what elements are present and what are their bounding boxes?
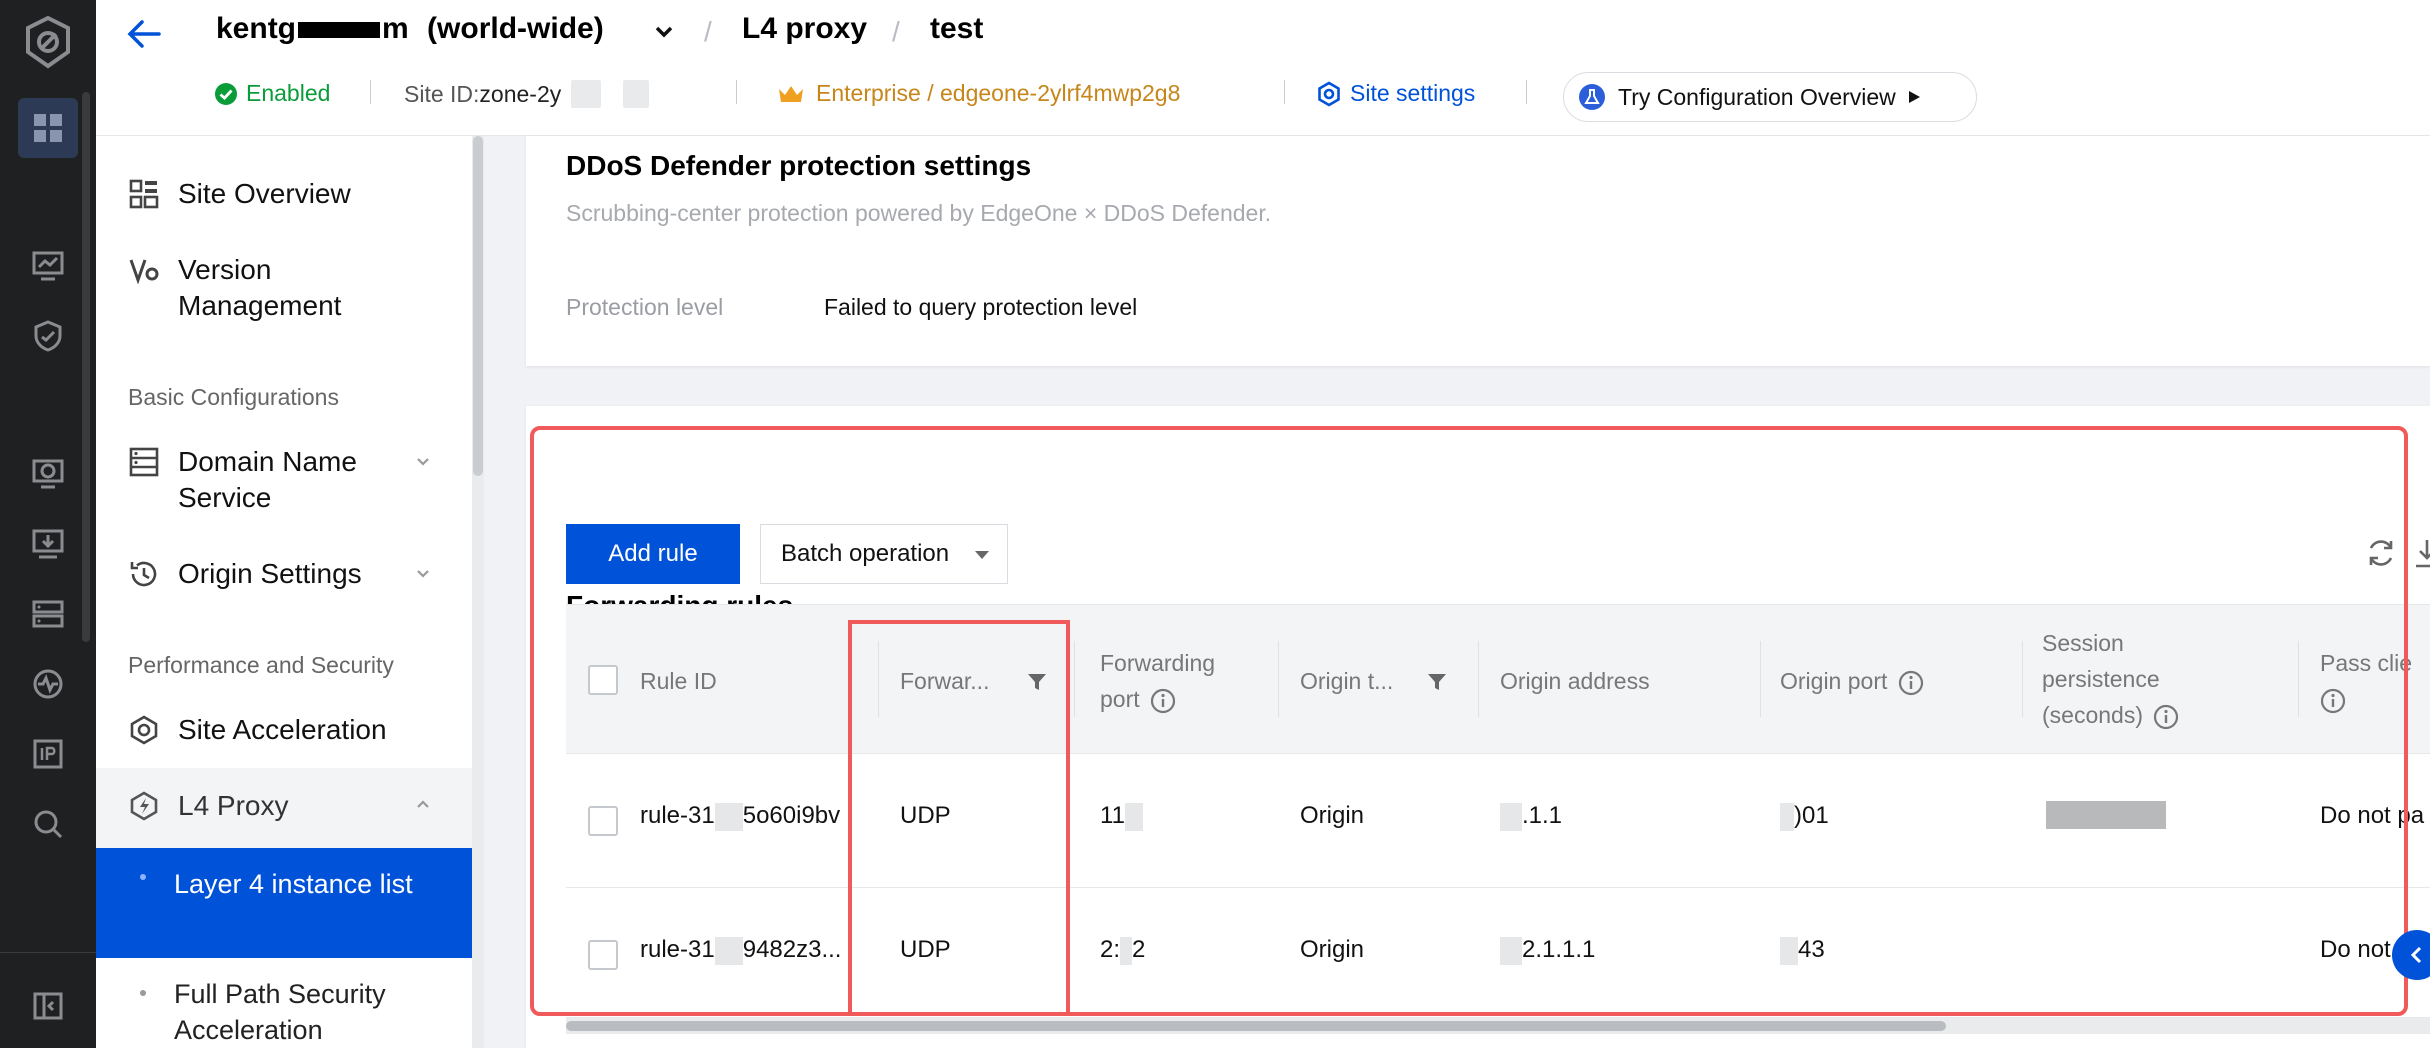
page-header: kentg m (world-wide) / L4 proxy / test En… (96, 0, 2430, 136)
rail-shield-icon[interactable] (18, 306, 78, 366)
sidebar-scrollbar[interactable] (472, 136, 484, 1048)
status-text: Enabled (246, 80, 331, 106)
try-configuration-overview-button[interactable]: Try Configuration Overview (1563, 72, 1977, 122)
site-id-label: Site ID: (404, 80, 480, 107)
sidebar-section-performance: Performance and Security (128, 652, 394, 678)
arrow-left-icon (127, 20, 161, 48)
scrollbar-thumb[interactable] (473, 136, 483, 476)
sidebar-item-label: Site Acceleration (178, 714, 387, 745)
site-name-prefix: kentg (216, 12, 297, 45)
sidebar-item-label: L4 Proxy (178, 790, 289, 821)
redacted-mask (298, 22, 381, 39)
sidebar-item-version-management[interactable]: Version Management (96, 252, 436, 324)
highlight-box-forwarding-rules (530, 426, 2408, 1016)
version-icon (129, 259, 159, 285)
rail-download-icon[interactable] (18, 514, 78, 574)
chevron-down-icon[interactable] (652, 20, 676, 44)
rail-ip-icon[interactable] (18, 724, 78, 784)
sidebar: Site Overview Version Management Basic C… (96, 136, 484, 1048)
rail-monitor-icon[interactable] (18, 236, 78, 296)
play-icon (1908, 91, 1920, 103)
bullet-dot (140, 874, 146, 880)
breadcrumb-l4-proxy[interactable]: L4 proxy (742, 12, 867, 46)
protection-level-value: Failed to query protection level (824, 294, 1138, 320)
sidebar-subitem-full-path-security[interactable]: Full Path Security Acceleration (96, 970, 472, 1048)
app-rail (0, 0, 96, 1048)
rail-analytics-icon[interactable] (18, 444, 78, 504)
ddos-title: DDoS Defender protection settings (566, 150, 1032, 181)
site-name-suffix: m (382, 12, 409, 45)
site-settings-link[interactable]: Site settings (1316, 80, 1475, 107)
scrollbar-thumb[interactable] (566, 1021, 1946, 1031)
grid-icon (129, 179, 159, 209)
rail-search-icon[interactable] (18, 794, 78, 854)
edgeone-logo-icon[interactable] (22, 14, 74, 70)
breadcrumb-current: test (930, 12, 984, 45)
try-overview-text: Try Configuration Overview (1618, 83, 1896, 110)
breadcrumb-site[interactable]: kentg m (world-wide) (216, 12, 604, 46)
sidebar-item-label: Origin Settings (178, 558, 362, 589)
highlight-box-forwarding-protocol-column (848, 620, 1070, 1016)
table-horizontal-scrollbar[interactable] (566, 1018, 2430, 1034)
meta-divider (736, 80, 737, 104)
sidebar-item-origin-settings[interactable]: Origin Settings (96, 556, 472, 592)
download-icon[interactable] (2412, 536, 2430, 570)
rail-scrollbar[interactable] (82, 92, 90, 642)
check-circle-icon (215, 82, 237, 105)
sidebar-subitem-label: Layer 4 instance list (174, 869, 413, 899)
rail-pulse-icon[interactable] (18, 654, 78, 714)
acceleration-icon (130, 715, 158, 745)
status-badge: Enabled (214, 80, 330, 107)
ddos-settings-card: DDoS Defender protection settings Scrubb… (526, 136, 2430, 366)
site-scope: (world-wide) (427, 12, 604, 45)
collapse-panel-icon[interactable] (18, 976, 78, 1036)
site-settings-text: Site settings (1350, 80, 1476, 106)
server-icon (129, 447, 159, 477)
site-id: Site ID: zone-2y (404, 80, 650, 108)
chevron-down-icon (417, 570, 429, 578)
rail-dashboard-icon[interactable] (18, 98, 78, 158)
flask-icon (1579, 84, 1605, 110)
rail-server-icon[interactable] (18, 584, 78, 644)
protection-level-label: Protection level (566, 294, 724, 320)
redacted-mask (571, 80, 602, 108)
plan-badge[interactable]: Enterprise / edgeone-2ylrf4mwp2g8 (776, 80, 1180, 107)
breadcrumb-separator: / (704, 16, 712, 47)
rail-divider (0, 952, 96, 953)
history-icon (130, 561, 157, 587)
plan-text: Enterprise / edgeone-2ylrf4mwp2g8 (816, 80, 1181, 106)
sidebar-item-label: Version Management (178, 254, 342, 321)
sidebar-section-basic: Basic Configurations (128, 384, 339, 410)
ddos-description: Scrubbing-center protection powered by E… (566, 200, 1272, 226)
breadcrumb-separator: / (892, 16, 900, 47)
sidebar-item-l4-proxy[interactable]: L4 Proxy (96, 768, 472, 848)
sidebar-item-label: Domain Name Service (178, 446, 357, 513)
meta-divider (1284, 80, 1285, 104)
lightning-icon (130, 791, 158, 821)
meta-divider (370, 80, 371, 104)
sidebar-subitem-layer4-instance-list[interactable]: Layer 4 instance list (96, 848, 472, 958)
sidebar-item-label: Site Overview (178, 178, 351, 209)
back-button[interactable] (124, 14, 164, 54)
redacted-mask (623, 80, 650, 108)
sidebar-item-site-overview[interactable]: Site Overview (96, 176, 472, 212)
site-id-value: zone-2y (479, 80, 562, 107)
meta-divider (1526, 80, 1527, 104)
chevron-left-icon (2410, 946, 2422, 964)
crown-icon (779, 85, 803, 102)
chevron-down-icon (417, 458, 429, 466)
chevron-up-icon (417, 800, 429, 808)
sidebar-item-site-acceleration[interactable]: Site Acceleration (96, 712, 472, 748)
sidebar-item-domain-name-service[interactable]: Domain Name Service (96, 444, 472, 516)
bullet-dot (140, 990, 146, 996)
sidebar-subitem-label: Full Path Security Acceleration (174, 979, 386, 1045)
gear-icon (1318, 80, 1340, 107)
